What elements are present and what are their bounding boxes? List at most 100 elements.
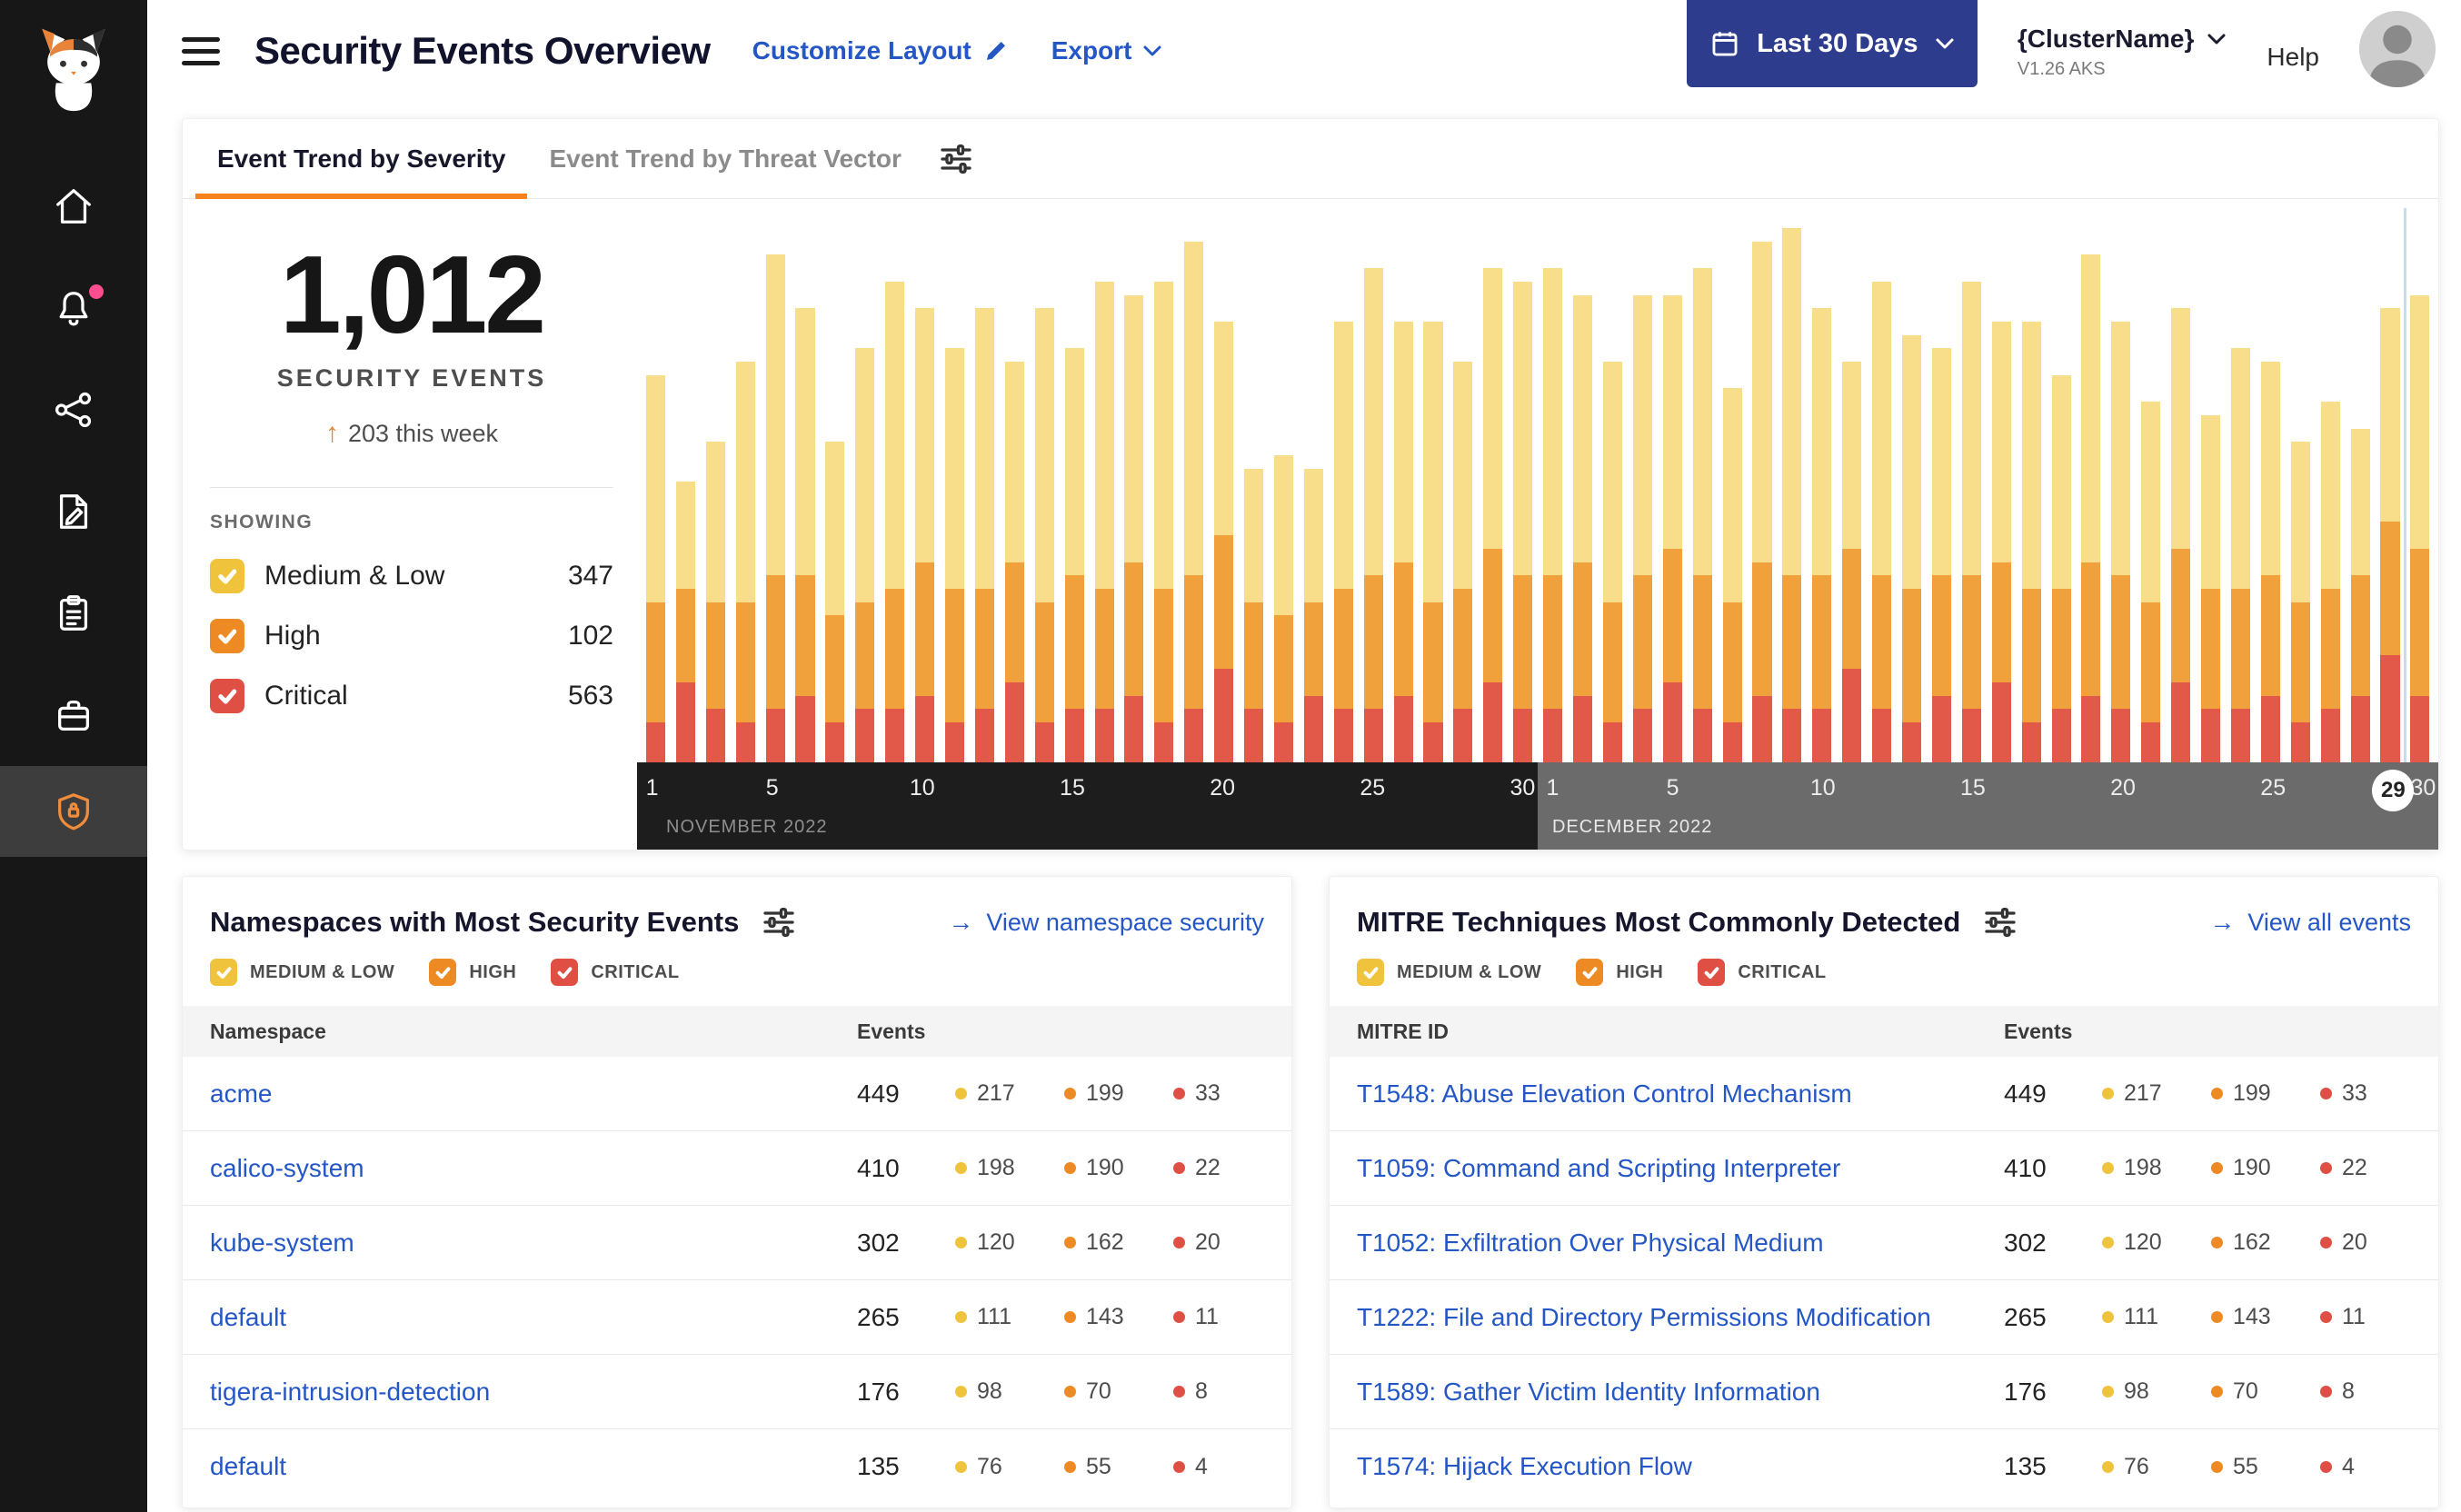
- divider: [210, 487, 613, 488]
- trend-bar: [1239, 468, 1269, 762]
- severity-count-high: 162: [1064, 1229, 1173, 1256]
- critical-dot-icon: [2320, 1386, 2332, 1398]
- row-link[interactable]: T1589: Gather Victim Identity Informatio…: [1357, 1378, 2004, 1407]
- critical-dot-icon: [1173, 1311, 1185, 1323]
- cluster-name-label: {ClusterName}: [2017, 24, 2195, 53]
- events-total: 176: [857, 1377, 900, 1406]
- trend-bar: [1837, 362, 1867, 762]
- high-dot-icon: [2211, 1162, 2223, 1174]
- severity-count-critical: 20: [2320, 1229, 2411, 1256]
- up-arrow-icon: ↑: [324, 418, 339, 448]
- checkbox-high[interactable]: [210, 619, 244, 653]
- sidebar-item-policies[interactable]: [0, 461, 147, 562]
- tab-event-trend-by-threat-vector[interactable]: Event Trend by Threat Vector: [527, 119, 922, 198]
- trend-bar: [2346, 428, 2376, 762]
- sidebar-item-home[interactable]: [0, 155, 147, 257]
- app-root: Security Events Overview Customize Layou…: [0, 0, 2461, 1512]
- trend-bar: [850, 348, 880, 762]
- customize-layout-label: Customize Layout: [752, 36, 971, 65]
- cluster-selector[interactable]: {ClusterName} V1.26 AKS: [2018, 25, 2227, 80]
- export-menu[interactable]: Export: [1051, 36, 1163, 65]
- trend-chart: NOVEMBER 2022 DECEMBER 2022 1 5 10 15 20 25 30 1 5…: [637, 199, 2438, 850]
- mitre-card-title: MITRE Techniques Most Commonly Detected: [1357, 906, 1961, 938]
- filter-settings-icon[interactable]: [1982, 904, 2018, 940]
- checkbox-medium-low[interactable]: [210, 959, 237, 986]
- sidebar-item-notifications[interactable]: [0, 257, 147, 359]
- trend-bar: [1000, 362, 1030, 762]
- trend-bar: [1538, 268, 1568, 762]
- trend-bar: [1718, 388, 1748, 762]
- trend-bar: [970, 308, 1000, 762]
- row-link[interactable]: acme: [210, 1079, 857, 1109]
- menu-toggle-icon[interactable]: [182, 30, 220, 73]
- axis-ticks: 1 5 10 15 20 25 30 1 5 10 15 20 25 29 30: [637, 762, 2438, 850]
- severity-count-critical: 11: [1173, 1304, 1264, 1330]
- customize-layout-link[interactable]: Customize Layout: [752, 36, 1010, 65]
- filter-count: 102: [567, 621, 613, 651]
- table-row: T1574: Hijack Execution Flow 135 76 55 4: [1330, 1429, 2438, 1504]
- checkbox-critical[interactable]: [551, 959, 579, 986]
- trend-bar: [2376, 308, 2406, 762]
- checkbox-critical[interactable]: [1698, 959, 1726, 986]
- selected-day-marker[interactable]: 29: [2372, 770, 2415, 811]
- chevron-down-icon: [2207, 34, 2226, 44]
- legend-label: CRITICAL: [591, 961, 680, 982]
- events-total: 302: [857, 1228, 900, 1257]
- user-avatar[interactable]: [2359, 11, 2436, 87]
- trend-bar: [2106, 321, 2136, 762]
- calico-cat-logo[interactable]: [30, 24, 117, 119]
- severity-count-high: 199: [1064, 1080, 1173, 1107]
- view-namespace-security-link[interactable]: → View namespace security: [948, 908, 1264, 937]
- toolbox-icon: [58, 700, 89, 731]
- export-label: Export: [1051, 36, 1132, 65]
- filter-settings-icon[interactable]: [761, 904, 797, 940]
- checkbox-medium-low[interactable]: [210, 559, 244, 593]
- help-link[interactable]: Help: [2267, 43, 2319, 72]
- critical-dot-icon: [1173, 1460, 1185, 1473]
- total-security-events: 1,012: [279, 233, 546, 356]
- medium_low-dot-icon: [2102, 1237, 2114, 1248]
- checkbox-medium-low[interactable]: [1357, 959, 1384, 986]
- events-total: 135: [857, 1452, 900, 1480]
- legend-label: HIGH: [1616, 961, 1664, 982]
- high-dot-icon: [2211, 1460, 2223, 1473]
- row-link[interactable]: default: [210, 1452, 857, 1481]
- filter-settings-icon[interactable]: [938, 141, 974, 177]
- sidebar-item-applications[interactable]: [0, 664, 147, 766]
- bell-icon: [59, 292, 88, 326]
- filter-label: Medium & Low: [264, 561, 445, 591]
- row-link[interactable]: kube-system: [210, 1228, 857, 1258]
- row-link[interactable]: T1222: File and Directory Permissions Mo…: [1357, 1303, 2004, 1332]
- row-link[interactable]: T1052: Exfiltration Over Physical Medium: [1357, 1228, 2004, 1258]
- view-all-events-link[interactable]: → View all events: [2209, 908, 2411, 937]
- column-mitre-id: MITRE ID: [1357, 1019, 1449, 1043]
- row-link[interactable]: T1574: Hijack Execution Flow: [1357, 1452, 2004, 1481]
- row-link[interactable]: T1548: Abuse Elevation Control Mechanism: [1357, 1079, 2004, 1109]
- checkbox-high[interactable]: [429, 959, 457, 986]
- column-events: Events: [857, 1019, 926, 1043]
- legend-label: CRITICAL: [1738, 961, 1827, 982]
- sidebar-item-service-graph[interactable]: [0, 359, 147, 461]
- severity-count-high: 190: [1064, 1155, 1173, 1181]
- trend-bar: [2286, 442, 2316, 762]
- table-row: default 135 76 55 4: [183, 1429, 1291, 1504]
- trend-bar: [1359, 268, 1389, 762]
- sidebar-item-compliance[interactable]: [0, 562, 147, 664]
- checkbox-critical[interactable]: [210, 679, 244, 713]
- notification-badge: [89, 284, 104, 299]
- home-icon: [56, 189, 91, 224]
- row-link[interactable]: calico-system: [210, 1154, 857, 1183]
- sidebar-item-security-events[interactable]: [0, 766, 147, 857]
- namespaces-card-title: Namespaces with Most Security Events: [210, 906, 740, 938]
- severity-count-medium_low: 76: [2102, 1454, 2211, 1480]
- date-range-button[interactable]: Last 30 Days: [1686, 0, 1978, 87]
- row-link[interactable]: tigera-intrusion-detection: [210, 1378, 857, 1407]
- trend-body: 1,012 SECURITY EVENTS ↑ 203 this week SH…: [183, 199, 2438, 850]
- checkbox-high[interactable]: [1576, 959, 1604, 986]
- row-link[interactable]: default: [210, 1303, 857, 1332]
- row-link[interactable]: T1059: Command and Scripting Interpreter: [1357, 1154, 2004, 1183]
- filter-label: Critical: [264, 681, 348, 711]
- trend-bar: [820, 442, 850, 762]
- severity-count-medium_low: 98: [2102, 1378, 2211, 1405]
- tab-event-trend-by-severity[interactable]: Event Trend by Severity: [195, 119, 528, 199]
